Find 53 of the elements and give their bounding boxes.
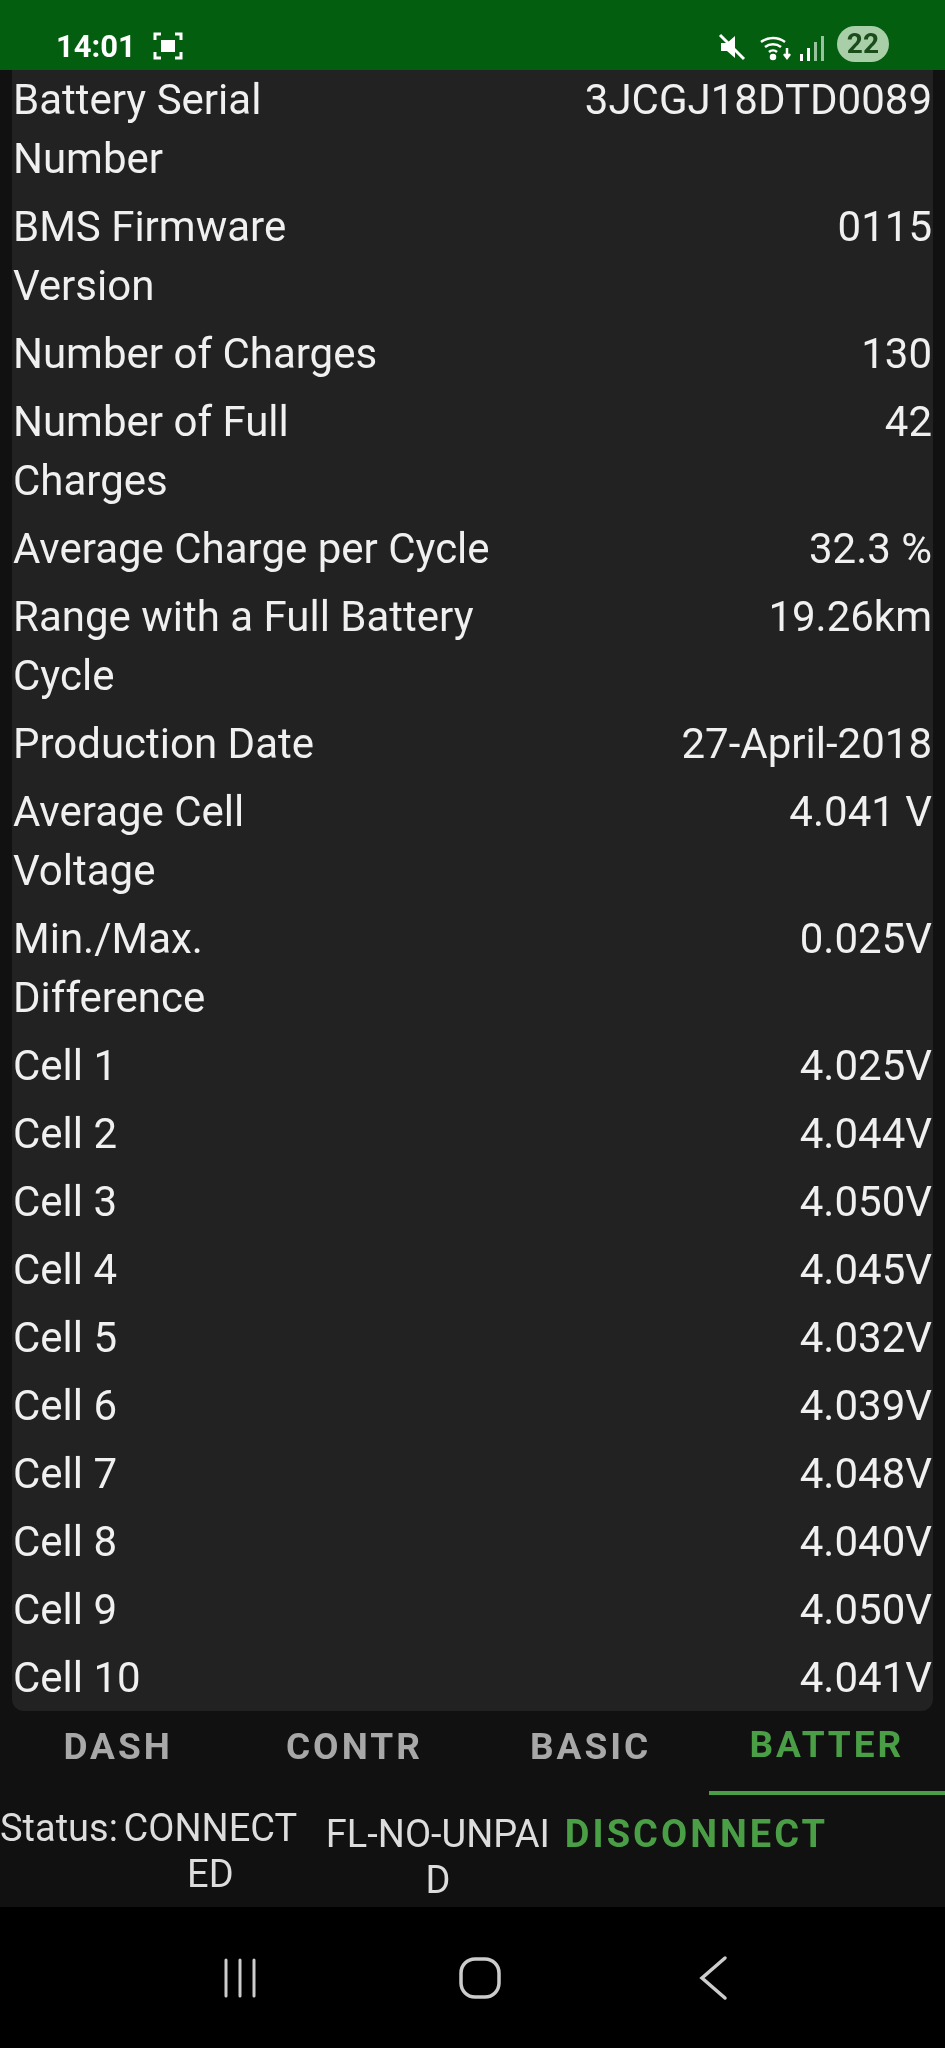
row-value: 4.032V <box>799 1312 932 1364</box>
row-value: 4.041V <box>799 1652 932 1704</box>
row-value: 130 <box>861 328 932 380</box>
row-value: 4.039V <box>799 1380 932 1432</box>
row-value: 27-April-2018 <box>681 718 932 770</box>
row-label: Min./Max. Difference <box>13 913 206 1024</box>
row-value: 42 <box>884 396 932 448</box>
tab[interactable]: CONTR <box>236 1715 473 1795</box>
row-label: Cell 1 <box>13 1040 118 1092</box>
row-value: 3JCGJ18DTD0089 <box>584 74 932 126</box>
tab[interactable]: DASH <box>0 1715 237 1795</box>
row-value: 4.048V <box>799 1448 932 1500</box>
back-icon[interactable] <box>697 1954 728 2001</box>
status-value: CONNECTED <box>122 1805 299 1897</box>
screenshot-icon <box>151 30 184 62</box>
row-label: Average Charge per Cycle <box>13 523 490 575</box>
row-label: Battery Serial Number <box>13 74 262 185</box>
mute-icon <box>716 32 747 62</box>
row-label: Cell 10 <box>13 1652 141 1704</box>
row-value: 4.044V <box>799 1108 932 1160</box>
row-value: 4.041 V <box>789 786 932 838</box>
signal-icon <box>798 34 825 62</box>
device-name: FL-NO-UNPAID <box>324 1811 551 1903</box>
row-value: 4.025V <box>799 1040 932 1092</box>
row-label: Cell 8 <box>13 1516 118 1568</box>
row-value: 4.040V <box>799 1516 932 1568</box>
row-value: 19.26km <box>768 591 932 643</box>
row-label: Cell 9 <box>13 1584 118 1636</box>
row-label: Range with a Full Battery Cycle <box>13 591 474 702</box>
battery-badge: 22 <box>836 26 889 62</box>
row-value: 32.3 % <box>808 523 932 575</box>
row-value: 4.045V <box>799 1244 932 1296</box>
row-label: Number of Full Charges <box>13 396 289 507</box>
status-label: Status: <box>0 1805 118 1851</box>
row-label: Number of Charges <box>13 328 378 380</box>
tab[interactable]: BATTER <box>708 1715 945 1795</box>
row-value: 0115 <box>837 201 932 253</box>
row-value: 0.025V <box>799 913 932 965</box>
row-label: BMS Firmware Version <box>13 201 287 312</box>
row-label: Cell 5 <box>13 1312 118 1364</box>
tab[interactable]: BASIC <box>472 1715 709 1795</box>
row-value: 4.050V <box>799 1584 932 1636</box>
row-label: Cell 2 <box>13 1108 118 1160</box>
row-label: Cell 3 <box>13 1176 118 1228</box>
row-label: Average Cell Voltage <box>13 786 245 897</box>
row-label: Production Date <box>13 718 315 770</box>
row-label: Cell 4 <box>13 1244 118 1296</box>
row-label: Cell 6 <box>13 1380 118 1432</box>
row-label: Cell 7 <box>13 1448 118 1500</box>
home-icon[interactable] <box>456 1954 503 2001</box>
disconnect-button[interactable]: DISCONNECT <box>564 1811 828 1857</box>
row-value: 4.050V <box>799 1176 932 1228</box>
clock-time: 14:01 <box>56 31 136 62</box>
